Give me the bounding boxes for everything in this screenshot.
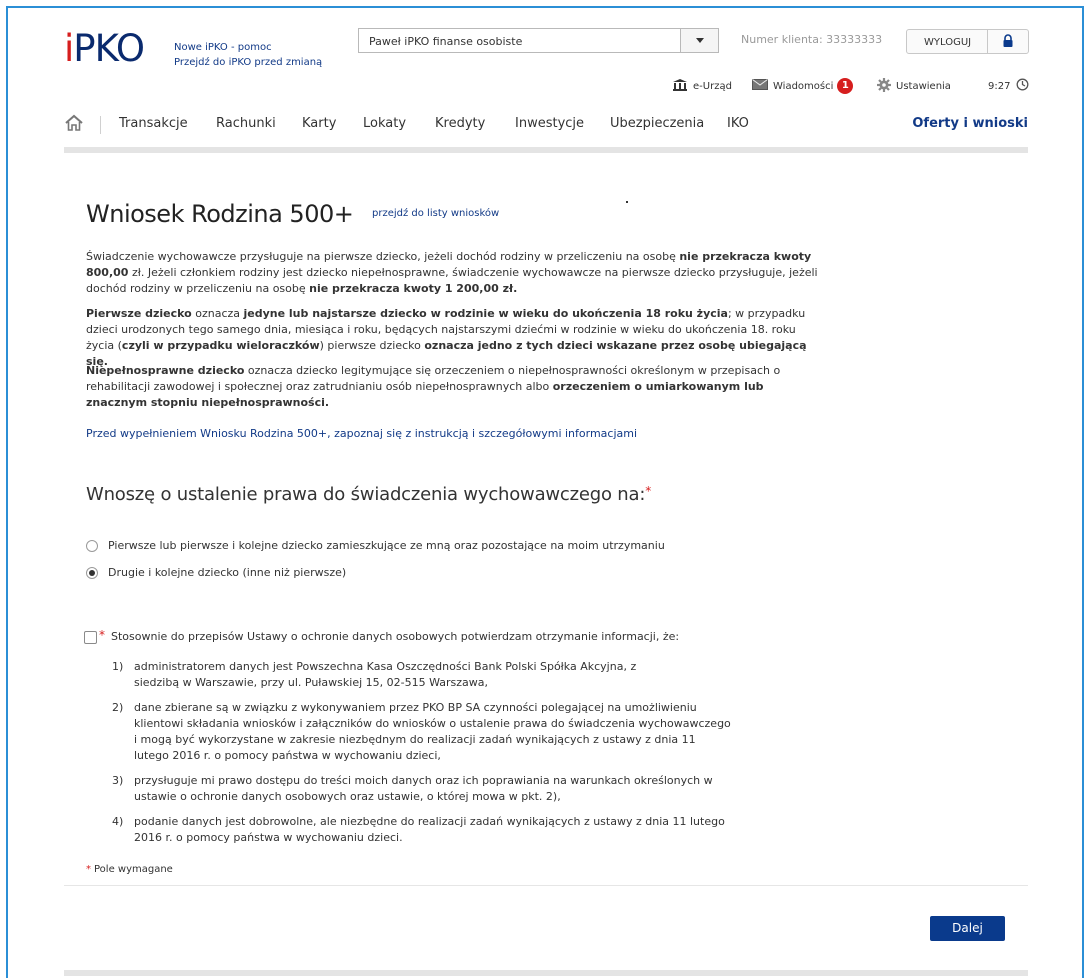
session-timer: 9:27 (988, 78, 1029, 94)
nav-item-transakcje[interactable]: Transakcje (119, 116, 188, 131)
paragraph-first-child: Pierwsze dziecko oznacza jedyne lub najs… (86, 306, 826, 370)
list-number: 2) (112, 701, 124, 714)
consent-text: Stosownie do przepisów Ustawy o ochronie… (111, 630, 680, 643)
list-text: dane zbierane są w związku z wykonywanie… (134, 701, 731, 762)
messages-link[interactable]: Wiadomości 1 (752, 78, 854, 94)
text-bold: jedyne lub najstarsze dziecko w rodzinie… (243, 307, 728, 320)
radio-button[interactable] (86, 539, 98, 552)
messages-label: Wiadomości (773, 80, 834, 92)
stray-dot (626, 201, 628, 203)
nav-item-rachunki[interactable]: Rachunki (216, 116, 276, 131)
nav-item-kredyty[interactable]: Kredyty (435, 116, 485, 131)
consent-row: * Stosownie do przepisów Ustawy o ochron… (84, 628, 680, 644)
text-bold: Niepełnosprawne dziecko (86, 364, 245, 377)
applications-list-link[interactable]: przejdź do listy wniosków (372, 208, 499, 219)
old-version-link[interactable]: Przejdź do iPKO przed zmianą (174, 55, 322, 70)
radio-button-selected[interactable] (86, 566, 98, 579)
nav-underline (64, 147, 1028, 153)
consent-checkbox[interactable] (84, 631, 97, 644)
page-title: Wniosek Rodzina 500+ (86, 200, 354, 228)
divider (64, 885, 1028, 886)
lock-icon (1002, 34, 1014, 51)
list-number: 4) (112, 815, 124, 828)
required-asterisk: * (645, 484, 652, 498)
consent-list: 1) administratorem danych jest Powszechna… (112, 659, 732, 855)
envelope-icon (752, 79, 768, 93)
text-bold: Pierwsze dziecko (86, 307, 192, 320)
list-text: podanie danych jest dobrowolne, ale niez… (134, 815, 725, 844)
nav-item-karty[interactable]: Karty (302, 116, 336, 131)
text: ) pierwsze dziecko (319, 339, 425, 352)
home-icon[interactable] (64, 114, 84, 135)
eurzad-label: e-Urząd (693, 80, 732, 92)
list-item: 1) administratorem danych jest Powszechna… (112, 659, 732, 691)
nav-item-offers[interactable]: Oferty i wnioski (912, 116, 1028, 131)
building-icon (672, 78, 688, 94)
next-button[interactable]: Dalej (930, 916, 1005, 941)
list-item: 4) podanie danych jest dobrowolne, ale ni… (112, 814, 732, 846)
text: Świadczenie wychowawcze przysługuje na p… (86, 250, 680, 263)
account-select-value: Paweł iPKO finanse osobiste (369, 35, 523, 48)
required-note-text: Pole wymagane (94, 864, 173, 875)
question-heading: Wnoszę o ustalenie prawa do świadczenia … (86, 484, 651, 505)
list-text: administratorem danych jest Powszechna K… (134, 660, 637, 689)
gear-icon (877, 77, 891, 95)
footer-bar (64, 970, 1028, 976)
nav-item-iko[interactable]: IKO (727, 116, 749, 131)
required-asterisk: * (86, 864, 91, 875)
text-bold: nie przekracza kwoty 1 200,00 zł. (309, 282, 518, 295)
main-nav: Transakcje Rachunki Karty Lokaty Kredyty… (64, 106, 1028, 146)
ipko-logo[interactable]: iPKO (64, 27, 145, 70)
required-asterisk: * (99, 628, 105, 642)
logout-divider (987, 30, 988, 53)
radio-label: Pierwsze lub pierwsze i kolejne dziecko … (108, 539, 665, 552)
paragraph-income: Świadczenie wychowawcze przysługuje na p… (86, 249, 826, 297)
list-item: 2) dane zbierane są w związku z wykonywan… (112, 700, 732, 764)
list-number: 3) (112, 774, 124, 787)
nav-item-ubezpieczenia[interactable]: Ubezpieczenia (610, 116, 704, 131)
instructions-link[interactable]: Przed wypełnieniem Wniosku Rodzina 500+,… (86, 427, 637, 440)
help-links: Nowe iPKO - pomoc Przejdź do iPKO przed … (174, 40, 322, 70)
required-note: * Pole wymagane (86, 864, 173, 875)
radio-option-first-child[interactable]: Pierwsze lub pierwsze i kolejne dziecko … (86, 539, 665, 552)
timer-icon (1016, 78, 1029, 94)
nav-divider (100, 116, 101, 134)
help-link[interactable]: Nowe iPKO - pomoc (174, 40, 322, 55)
nav-item-inwestycje[interactable]: Inwestycje (515, 116, 584, 131)
settings-link[interactable]: Ustawienia (877, 77, 951, 95)
nav-item-lokaty[interactable]: Lokaty (363, 116, 406, 131)
text: oznacza (191, 307, 244, 320)
eurzad-link[interactable]: e-Urząd (672, 78, 732, 94)
settings-label: Ustawienia (896, 80, 951, 92)
logout-button[interactable]: WYLOGUJ (906, 29, 1029, 54)
list-item: 3) przysługuje mi prawo dostępu do treści… (112, 773, 732, 805)
radio-label: Drugie i kolejne dziecko (inne niż pierw… (108, 566, 347, 579)
text-bold: czyli w przypadku wieloraczków (121, 339, 320, 352)
chevron-down-icon[interactable] (680, 29, 718, 52)
radio-option-second-child[interactable]: Drugie i kolejne dziecko (inne niż pierw… (86, 566, 346, 579)
paragraph-disabled-child: Niepełnosprawne dziecko oznacza dziecko … (86, 363, 826, 411)
list-number: 1) (112, 660, 124, 673)
messages-count-badge: 1 (837, 78, 854, 94)
client-number: Numer klienta: 33333333 (741, 33, 883, 46)
logout-label: WYLOGUJ (924, 37, 972, 48)
list-text: przysługuje mi prawo dostępu do treści m… (134, 774, 713, 803)
account-select[interactable]: Paweł iPKO finanse osobiste (358, 28, 719, 53)
logo-text: PKO (73, 27, 145, 70)
session-time: 9:27 (988, 80, 1011, 92)
question-text: Wnoszę o ustalenie prawa do świadczenia … (86, 484, 646, 505)
